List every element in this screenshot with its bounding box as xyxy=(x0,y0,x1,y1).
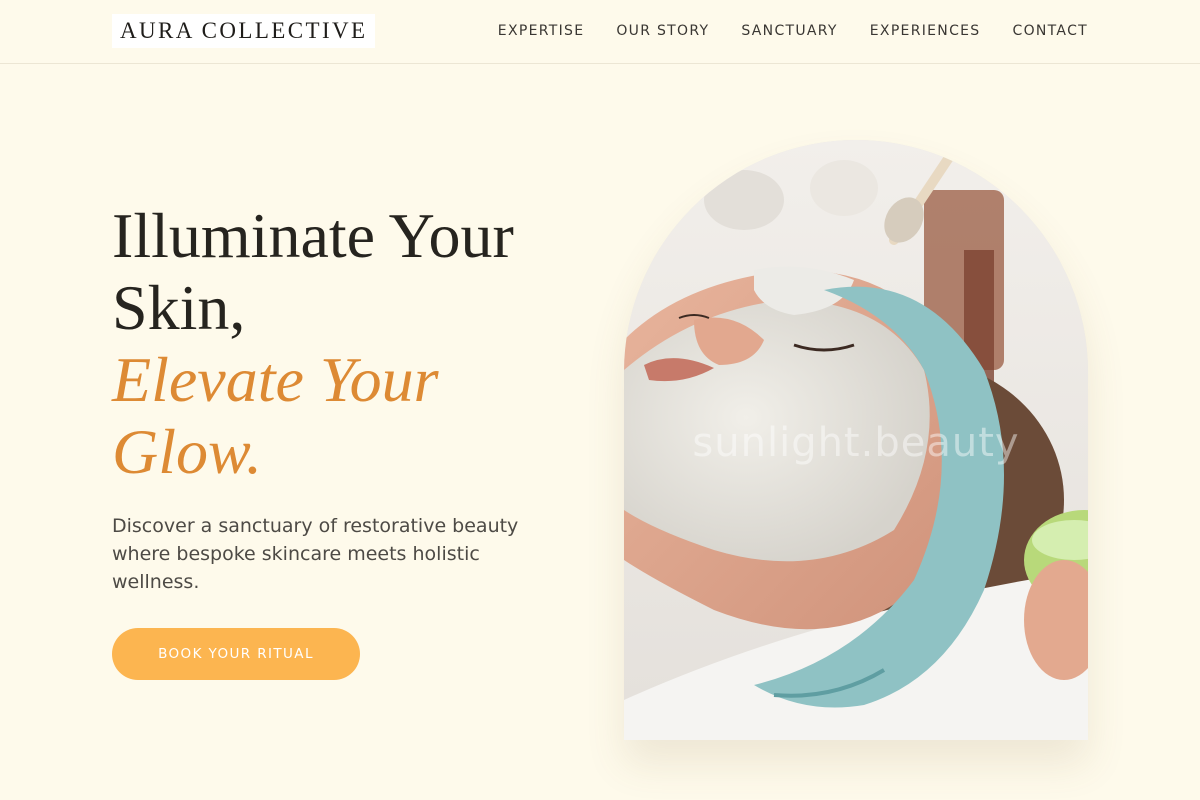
hero-title-line-2: Skin, xyxy=(112,272,246,343)
nav-item-contact[interactable]: CONTACT xyxy=(1013,19,1089,43)
book-ritual-button[interactable]: BOOK YOUR RITUAL xyxy=(112,628,360,680)
main-nav: EXPERTISE OUR STORY SANCTUARY EXPERIENCE… xyxy=(498,19,1088,43)
site-header: AURA COLLECTIVE EXPERTISE OUR STORY SANC… xyxy=(0,0,1200,64)
hero-title-accent-line-1: Elevate Your xyxy=(112,344,439,415)
nav-item-expertise[interactable]: EXPERTISE xyxy=(498,19,585,43)
hero-title: Illuminate Your Skin, Elevate Your Glow. xyxy=(112,200,592,488)
nav-item-experiences[interactable]: EXPERIENCES xyxy=(870,19,981,43)
hero-title-accent-line-2: Glow. xyxy=(112,416,262,487)
nav-item-sanctuary[interactable]: SANCTUARY xyxy=(741,19,837,43)
nav-item-our-story[interactable]: OUR STORY xyxy=(616,19,709,43)
hero-title-line-1: Illuminate Your xyxy=(112,200,514,271)
hero-image-arch: sunlight.beauty xyxy=(624,140,1088,740)
brand-logo[interactable]: AURA COLLECTIVE xyxy=(112,14,376,48)
facial-treatment-photo xyxy=(624,140,1088,740)
hero-subtitle: Discover a sanctuary of restorative beau… xyxy=(112,515,519,593)
